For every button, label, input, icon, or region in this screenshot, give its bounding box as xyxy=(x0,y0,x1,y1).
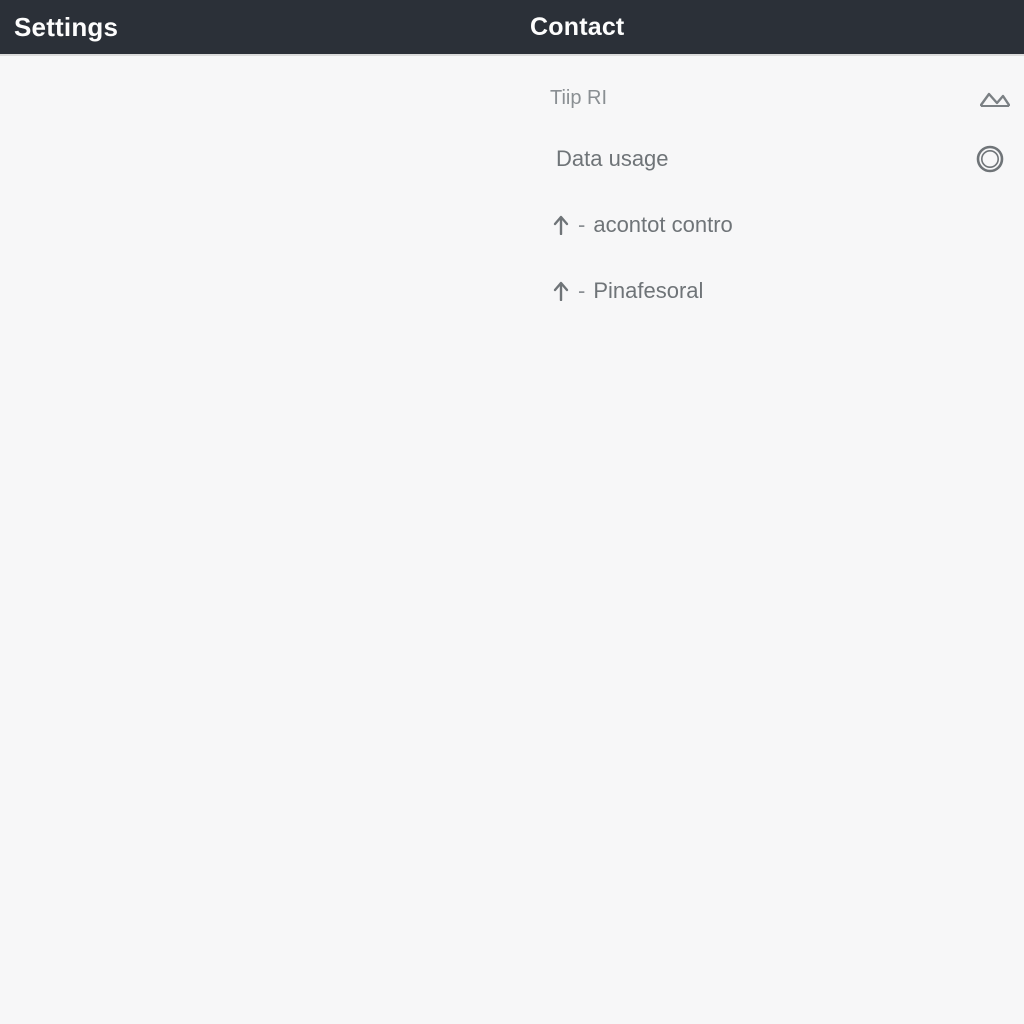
header-title-settings: Settings xyxy=(0,12,530,43)
arrow-up-icon xyxy=(550,281,572,301)
row-acontot-dash: - xyxy=(578,212,585,238)
row-acontot[interactable]: - acontot contro xyxy=(530,192,1020,258)
arrow-up-icon xyxy=(550,215,572,235)
row-acontot-label: acontot contro xyxy=(593,212,1010,238)
header-bar: Settings Contact xyxy=(0,0,1024,54)
row-data-usage[interactable]: Data usage xyxy=(530,126,1020,192)
header-title-contact: Contact xyxy=(530,13,624,42)
row-pinafesoral-dash: - xyxy=(578,278,585,304)
row-pinafesoral[interactable]: - Pinafesoral xyxy=(530,258,1020,324)
row-data-usage-label: Data usage xyxy=(556,146,976,172)
header-divider xyxy=(0,54,1024,56)
row-pinafesoral-label: Pinafesoral xyxy=(593,278,1010,304)
picture-icon xyxy=(980,89,1010,107)
section-header-label: Tiip RI xyxy=(550,87,980,110)
ring-icon xyxy=(976,145,1004,173)
section-header: Tiip RI xyxy=(530,70,1020,126)
contact-panel: Tiip RI Data usage - acontot contro xyxy=(530,70,1020,324)
